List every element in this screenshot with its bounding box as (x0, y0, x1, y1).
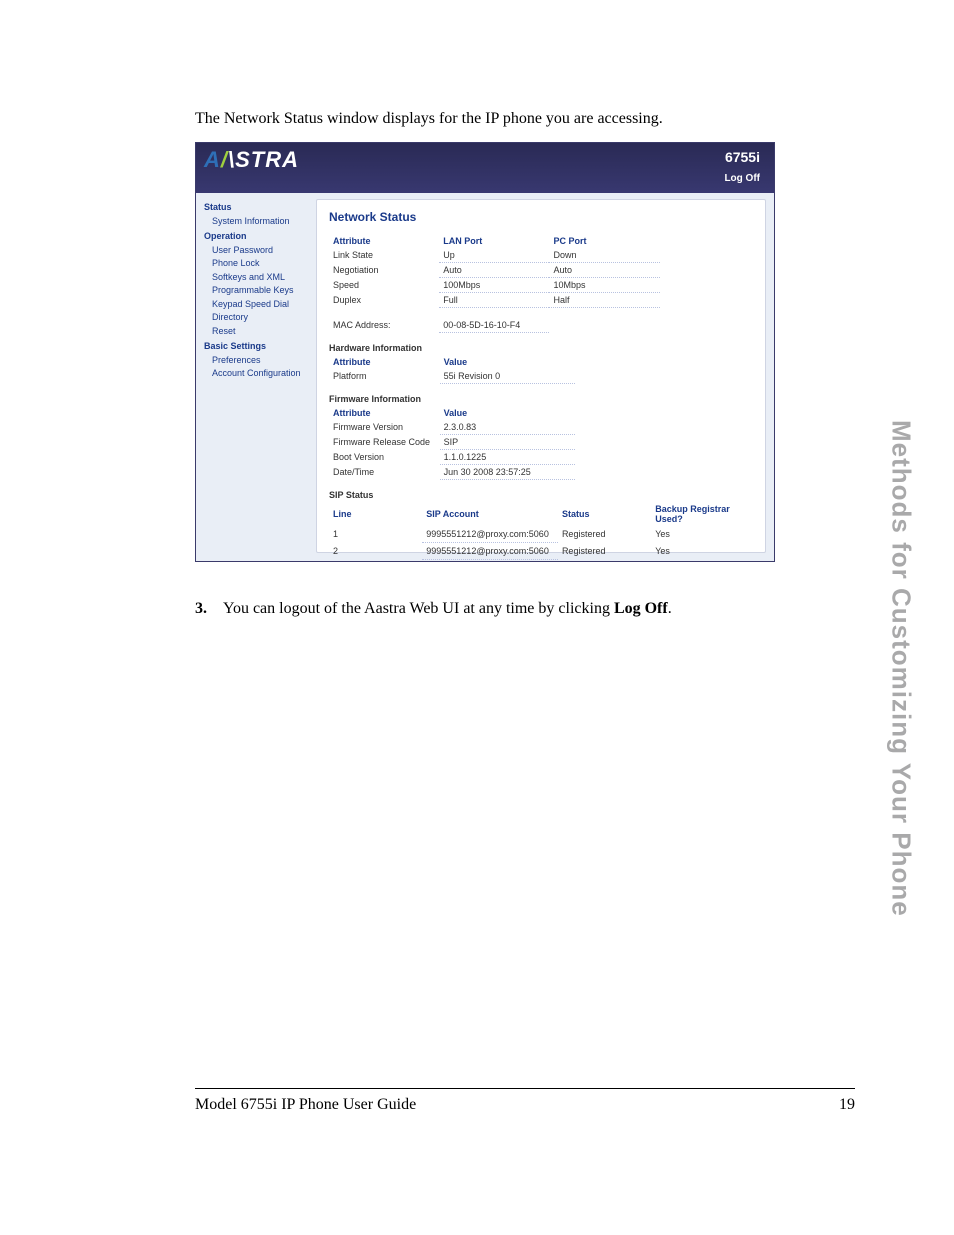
table-row: Speed100Mbps10Mbps (329, 278, 753, 293)
fw-hdr-attribute: Attribute (329, 406, 440, 420)
firmware-info-table: Attribute Value Firmware Version2.3.0.83… (329, 406, 575, 480)
table-row: Link StateUpDown (329, 248, 753, 263)
sidebar-item-keypad-speed-dial[interactable]: Keypad Speed Dial (204, 298, 312, 312)
sidebar-group-basic-settings: Basic Settings (204, 340, 312, 354)
hardware-info-table: Attribute Value Platform55i Revision 0 (329, 355, 575, 384)
fw-hdr-value: Value (440, 406, 575, 420)
net-hdr-attribute: Attribute (329, 234, 439, 248)
net-hdr-pc: PC Port (549, 234, 659, 248)
content-panel: Network Status Attribute LAN Port PC Por… (316, 199, 766, 553)
table-row: Boot Version1.1.0.1225 (329, 449, 575, 464)
screenshot-panel: A/\STRA 6755i Log Off Status System Info… (195, 142, 775, 562)
mac-row: MAC Address:00-08-5D-16-10-F4 (329, 318, 753, 333)
footer-page-number: 19 (839, 1096, 855, 1114)
table-row: Firmware Release CodeSIP (329, 434, 575, 449)
brand-rest: \STRA (228, 147, 299, 172)
network-status-table: Attribute LAN Port PC Port Link StateUpD… (329, 234, 753, 333)
footer-rule (195, 1088, 855, 1089)
table-row: Platform55i Revision 0 (329, 369, 575, 384)
sidebar-item-preferences[interactable]: Preferences (204, 354, 312, 368)
sidebar-group-operation: Operation (204, 230, 312, 244)
sip-status-title: SIP Status (329, 490, 753, 500)
mac-label: MAC Address: (329, 318, 439, 333)
brand-logo: A/\STRA (204, 147, 299, 173)
sip-hdr-backup: Backup Registrar Used? (651, 502, 753, 526)
sidebar-item-directory[interactable]: Directory (204, 311, 312, 325)
intro-text: The Network Status window displays for t… (195, 110, 855, 128)
step-3: 3. You can logout of the Aastra Web UI a… (195, 600, 855, 618)
table-row: DuplexFullHalf (329, 293, 753, 308)
sidebar-item-programmable-keys[interactable]: Programmable Keys (204, 284, 312, 298)
sidebar-item-phone-lock[interactable]: Phone Lock (204, 257, 312, 271)
sip-status-table: Line SIP Account Status Backup Registrar… (329, 502, 753, 563)
firmware-info-title: Firmware Information (329, 394, 753, 404)
brand-a: A (204, 147, 221, 172)
page-title: Network Status (329, 210, 753, 224)
hw-hdr-attribute: Attribute (329, 355, 440, 369)
sidebar-item-user-password[interactable]: User Password (204, 244, 312, 258)
hw-hdr-value: Value (440, 355, 575, 369)
table-row: 39995551212@proxy.com:5060RegisteredYes (329, 559, 753, 562)
sip-hdr-account: SIP Account (422, 502, 558, 526)
sidebar-group-status: Status (204, 201, 312, 215)
sip-hdr-status: Status (558, 502, 651, 526)
logoff-link[interactable]: Log Off (724, 173, 760, 184)
sidebar-item-system-information[interactable]: System Information (204, 215, 312, 229)
net-hdr-lan: LAN Port (439, 234, 549, 248)
table-row: NegotiationAutoAuto (329, 263, 753, 278)
table-row: Firmware Version2.3.0.83 (329, 420, 575, 435)
table-row: Date/TimeJun 30 2008 23:57:25 (329, 464, 575, 479)
section-tab: Methods for Customizing Your Phone (884, 420, 918, 1060)
sidebar-item-reset[interactable]: Reset (204, 325, 312, 339)
sidebar: Status System Information Operation User… (196, 193, 316, 561)
sidebar-item-softkeys-xml[interactable]: Softkeys and XML (204, 271, 312, 285)
step-number: 3. (195, 600, 223, 618)
sip-hdr-line: Line (329, 502, 422, 526)
ui-header: A/\STRA 6755i Log Off (196, 143, 774, 193)
hardware-info-title: Hardware Information (329, 343, 753, 353)
page-footer: Model 6755i IP Phone User Guide 19 (195, 1096, 855, 1114)
table-row: 29995551212@proxy.com:5060RegisteredYes (329, 542, 753, 559)
footer-left: Model 6755i IP Phone User Guide (195, 1096, 416, 1114)
brand-slash: / (221, 147, 228, 172)
table-row: 19995551212@proxy.com:5060RegisteredYes (329, 526, 753, 543)
mac-value: 00-08-5D-16-10-F4 (439, 318, 549, 333)
step-text: You can logout of the Aastra Web UI at a… (223, 600, 672, 618)
model-label: 6755i (725, 149, 760, 165)
sidebar-item-account-configuration[interactable]: Account Configuration (204, 367, 312, 381)
